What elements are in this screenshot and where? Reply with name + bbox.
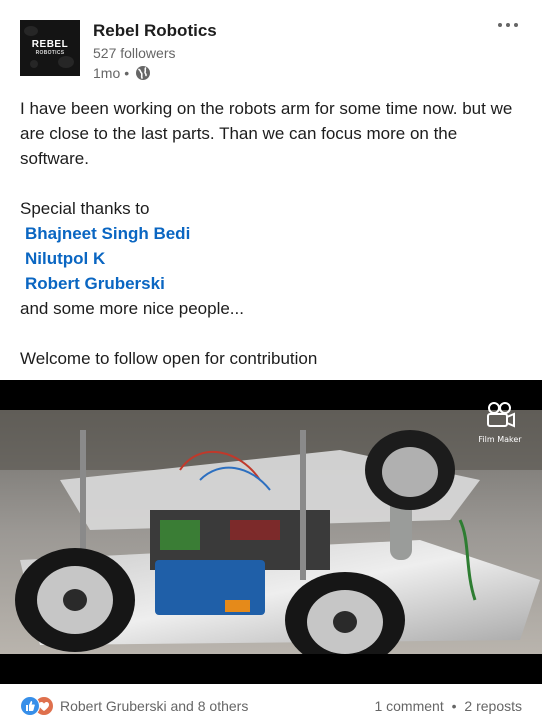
stats-separator: • xyxy=(451,698,457,714)
film-maker-watermark: Film Maker xyxy=(472,402,528,446)
film-camera-icon xyxy=(487,402,515,428)
post-header: REBEL ROBOTICS Rebel Robotics 527 follow… xyxy=(0,0,542,92)
more-dot xyxy=(498,23,502,27)
logo-text: REBEL ROBOTICS xyxy=(20,40,80,58)
globe-icon xyxy=(135,65,151,81)
logo-line2: ROBOTICS xyxy=(35,50,65,56)
like-icon xyxy=(20,696,40,716)
post-paragraph: I have been working on the robots arm fo… xyxy=(20,99,513,168)
author-name[interactable]: Rebel Robotics xyxy=(93,21,217,41)
post-meta: 1mo • xyxy=(93,65,151,81)
reposts-count[interactable]: 2 reposts xyxy=(464,698,522,714)
more-dot xyxy=(514,23,518,27)
closing-line: Welcome to follow open for contribution xyxy=(20,349,318,368)
logo-texture xyxy=(30,60,38,68)
mention-link[interactable]: Nilutpol K xyxy=(20,246,525,271)
more-options-icon[interactable] xyxy=(496,14,520,34)
thanks-intro: Special thanks to xyxy=(20,199,150,218)
post-text: I have been working on the robots arm fo… xyxy=(20,96,525,371)
more-dot xyxy=(506,23,510,27)
logo-line1: REBEL xyxy=(31,39,69,50)
watermark-label: Film Maker xyxy=(478,435,522,444)
video-frame xyxy=(0,410,542,654)
post-time: 1mo xyxy=(93,65,121,81)
company-logo[interactable]: REBEL ROBOTICS xyxy=(20,20,80,76)
mention-link[interactable]: Robert Gruberski xyxy=(20,271,525,296)
engagement-stats: 1 comment • 2 reposts xyxy=(374,698,522,714)
thanks-outro: and some more nice people... xyxy=(20,299,244,318)
meta-separator: • xyxy=(124,65,130,81)
reactions-summary[interactable]: Robert Gruberski and 8 others xyxy=(20,696,248,716)
follower-count: 527 followers xyxy=(93,45,176,61)
mention-link[interactable]: Bhajneet Singh Bedi xyxy=(20,221,525,246)
logo-texture xyxy=(24,26,38,36)
comments-count[interactable]: 1 comment xyxy=(374,698,443,714)
reactor-names: Robert Gruberski and 8 others xyxy=(60,698,249,714)
video-player[interactable]: Film Maker xyxy=(0,380,542,684)
social-counts: Robert Gruberski and 8 others 1 comment … xyxy=(0,690,542,722)
